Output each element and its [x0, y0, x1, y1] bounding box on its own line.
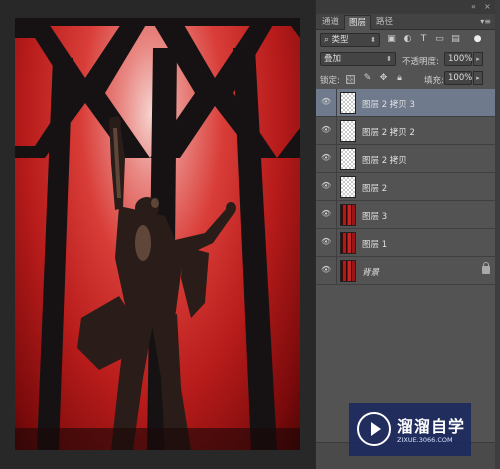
- eye-visibility-icon[interactable]: 👁︎: [321, 98, 331, 106]
- layer-divider: [336, 257, 337, 285]
- layer-name[interactable]: 图层 2 拷贝: [362, 154, 407, 166]
- eye-visibility-icon[interactable]: 👁︎: [321, 154, 331, 162]
- layer-thumbnail[interactable]: [340, 232, 356, 254]
- blend-mode-value: 叠加: [324, 54, 342, 64]
- layer-divider: [336, 201, 337, 229]
- close-panel-icon[interactable]: ×: [484, 2, 491, 11]
- layer-row[interactable]: 👁︎ 背景: [316, 257, 496, 285]
- canvas-area[interactable]: [0, 0, 312, 469]
- layer-filter-label: 类型: [331, 35, 349, 45]
- layer-divider: [336, 229, 337, 257]
- watermark-title: 溜溜自学: [397, 417, 466, 436]
- opacity-dropdown-icon[interactable]: ▸: [473, 52, 483, 66]
- eye-visibility-icon[interactable]: 👁︎: [321, 182, 331, 190]
- tab-channels[interactable]: 通道: [318, 15, 343, 30]
- lock-icon: [482, 262, 490, 274]
- layer-thumbnail[interactable]: [340, 120, 356, 142]
- layer-thumbnail[interactable]: [340, 204, 356, 226]
- eye-visibility-icon[interactable]: 👁︎: [321, 126, 331, 134]
- fill-value: 100%: [448, 73, 473, 83]
- right-edge-strip: [495, 0, 500, 469]
- watermark-url: ZIXUE.3066.COM: [397, 436, 453, 444]
- play-logo-icon: [357, 412, 391, 446]
- layer-row[interactable]: 👁︎ 图层 2 拷贝 2: [316, 117, 496, 145]
- opacity-label: 不透明度:: [402, 57, 439, 67]
- panel-tabs: 通道 图层 路径: [316, 14, 496, 30]
- layer-name[interactable]: 图层 3: [362, 210, 387, 222]
- layer-divider: [336, 117, 337, 145]
- layer-thumbnail[interactable]: [340, 92, 356, 114]
- layer-divider: [336, 145, 337, 173]
- layer-name[interactable]: 图层 2 拷贝 3: [362, 98, 415, 110]
- chevron-down-icon: ⬍: [386, 55, 392, 63]
- opacity-input[interactable]: 100%: [444, 52, 472, 66]
- layer-thumbnail[interactable]: [340, 176, 356, 198]
- layers-panel: « × 通道 图层 路径 ▾≡ ⌕ 类型 ⬍ ▣ ◐ T ▭ ▤ ● 叠加 ⬍ …: [315, 0, 496, 469]
- eye-visibility-icon[interactable]: 👁︎: [321, 238, 331, 246]
- opacity-value: 100%: [448, 54, 473, 64]
- filter-smart-object-icon[interactable]: ▤: [450, 34, 461, 45]
- filter-type-icon[interactable]: T: [418, 34, 429, 45]
- blend-mode-select[interactable]: 叠加 ⬍: [320, 52, 396, 66]
- layer-name[interactable]: 图层 2 拷贝 2: [362, 126, 415, 138]
- fill-label: 填充:: [424, 76, 444, 86]
- fill-dropdown-icon[interactable]: ▸: [473, 71, 483, 85]
- layer-thumbnail[interactable]: [340, 260, 356, 282]
- panel-title-bar[interactable]: « ×: [316, 0, 496, 14]
- filter-toggle-icon[interactable]: ●: [472, 34, 483, 45]
- eye-visibility-icon[interactable]: 👁︎: [321, 210, 331, 218]
- collapse-panel-icon[interactable]: «: [471, 2, 476, 11]
- canvas-photo[interactable]: [15, 18, 300, 450]
- eye-visibility-icon[interactable]: 👁︎: [321, 266, 331, 274]
- fill-input[interactable]: 100%: [444, 71, 472, 85]
- filter-pixel-icon[interactable]: ▣: [386, 34, 397, 45]
- layer-row[interactable]: 👁︎ 图层 3: [316, 201, 496, 229]
- layer-row[interactable]: 👁︎ 图层 2 拷贝 3: [316, 89, 496, 117]
- lock-move-icon[interactable]: ✥: [378, 73, 389, 84]
- tab-layers[interactable]: 图层: [344, 15, 372, 30]
- layer-divider: [336, 89, 337, 117]
- lock-brush-icon[interactable]: ✎: [362, 73, 373, 84]
- panel-menu-icon[interactable]: ▾≡: [480, 17, 491, 26]
- lock-all-icon[interactable]: 🔒︎: [394, 73, 405, 84]
- layer-row[interactable]: 👁︎ 图层 2 拷贝: [316, 145, 496, 173]
- layer-divider: [336, 173, 337, 201]
- layer-name[interactable]: 图层 1: [362, 238, 387, 250]
- filter-adjustment-icon[interactable]: ◐: [402, 34, 413, 45]
- layer-row[interactable]: 👁︎ 图层 1: [316, 229, 496, 257]
- layer-row[interactable]: 👁︎ 图层 2: [316, 173, 496, 201]
- layer-name[interactable]: 图层 2: [362, 182, 387, 194]
- layer-filter-select[interactable]: ⌕ 类型 ⬍: [320, 33, 380, 47]
- lock-transparent-icon[interactable]: [346, 75, 355, 84]
- lock-label: 锁定:: [320, 76, 340, 86]
- filter-shape-icon[interactable]: ▭: [434, 34, 445, 45]
- tab-paths[interactable]: 路径: [372, 15, 397, 30]
- layer-name[interactable]: 背景: [362, 266, 379, 278]
- chevron-down-icon: ⬍: [370, 36, 376, 44]
- layer-thumbnail[interactable]: [340, 148, 356, 170]
- photo-artwork: [15, 18, 300, 450]
- layers-list: 👁︎ 图层 2 拷贝 3 👁︎ 图层 2 拷贝 2 👁︎ 图层 2 拷贝 👁︎ 图层 2 👁︎ 图…: [316, 89, 496, 285]
- watermark-badge: 溜溜自学 ZIXUE.3066.COM: [349, 403, 471, 456]
